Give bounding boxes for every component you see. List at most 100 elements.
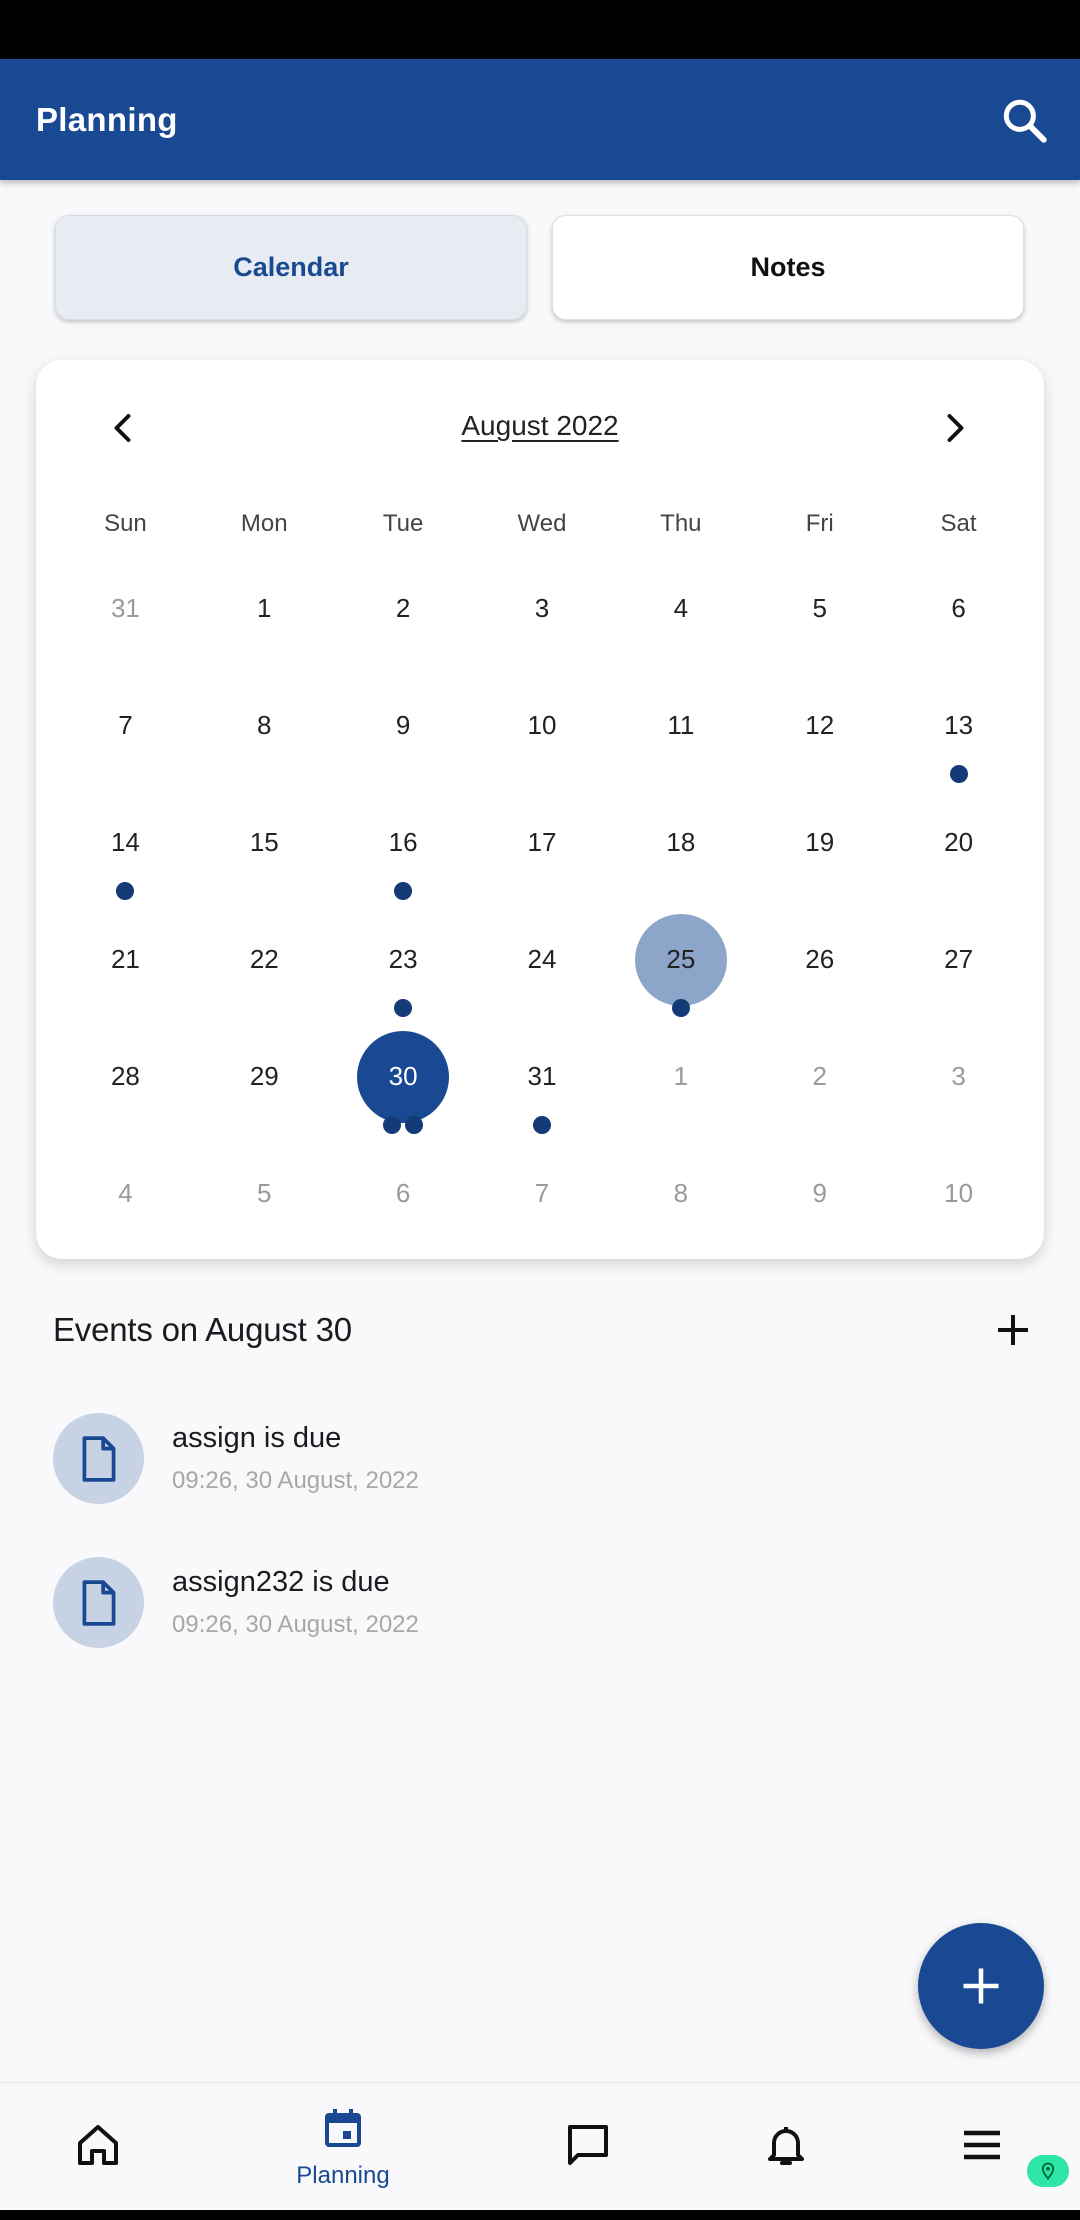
calendar-day[interactable]: 12 <box>750 667 889 784</box>
day-number: 3 <box>534 593 550 623</box>
event-time: 09:26, 30 August, 2022 <box>172 1467 419 1494</box>
calendar-day[interactable]: 9 <box>334 667 473 784</box>
calendar-day[interactable]: 31 <box>56 550 195 667</box>
event-dots <box>334 999 473 1017</box>
calendar-day[interactable]: 3 <box>473 550 612 667</box>
calendar-day[interactable]: 13 <box>889 667 1028 784</box>
calendar-day[interactable]: 3 <box>889 1018 1028 1135</box>
calendar-day-today[interactable]: 25 <box>611 901 750 1018</box>
file-icon <box>53 1413 144 1504</box>
add-event-button[interactable] <box>988 1305 1038 1355</box>
calendar-day[interactable]: 5 <box>195 1135 334 1252</box>
location-pin-icon <box>1027 2155 1069 2187</box>
calendar-day[interactable]: 26 <box>750 901 889 1018</box>
calendar-day[interactable]: 1 <box>195 550 334 667</box>
calendar-day[interactable]: 24 <box>473 901 612 1018</box>
tab-notes[interactable]: Notes <box>552 215 1024 320</box>
calendar-day[interactable]: 4 <box>611 550 750 667</box>
event-dots <box>611 999 750 1017</box>
calendar-day[interactable]: 10 <box>473 667 612 784</box>
calendar-day[interactable]: 16 <box>334 784 473 901</box>
nav-menu[interactable] <box>884 2083 1080 2211</box>
calendar-day[interactable]: 27 <box>889 901 1028 1018</box>
events-title: Events on August 30 <box>53 1311 352 1348</box>
calendar-day[interactable]: 4 <box>56 1135 195 1252</box>
event-name: assign is due <box>172 1422 342 1454</box>
calendar-day[interactable]: 15 <box>195 784 334 901</box>
calendar-day[interactable]: 28 <box>56 1018 195 1135</box>
day-number: 2 <box>812 1061 827 1091</box>
search-icon[interactable] <box>994 90 1054 150</box>
event-dot <box>394 882 413 900</box>
weekday-label: Tue <box>382 510 424 537</box>
event-dots <box>56 882 195 900</box>
day-number: 8 <box>673 1178 689 1208</box>
day-number: 28 <box>110 1061 140 1091</box>
status-bar <box>0 0 1080 59</box>
weekday-header: Sun Mon Tue Wed Thu Fri Sat <box>56 510 1028 538</box>
day-number: 4 <box>673 593 689 623</box>
calendar-day[interactable]: 20 <box>889 784 1028 901</box>
event-dots <box>334 882 473 900</box>
calendar-day[interactable]: 6 <box>889 550 1028 667</box>
event-name: assign232 is due <box>172 1566 390 1598</box>
weekday-label: Mon <box>240 510 288 537</box>
tab-calendar[interactable]: Calendar <box>55 215 527 320</box>
chevron-right-icon[interactable] <box>924 398 984 458</box>
add-fab-button[interactable] <box>918 1923 1044 2049</box>
day-number: 3 <box>951 1061 966 1091</box>
calendar-day[interactable]: 8 <box>195 667 334 784</box>
day-number: 31 <box>527 1061 557 1091</box>
calendar-day[interactable]: 19 <box>750 784 889 901</box>
calendar-day[interactable]: 2 <box>334 550 473 667</box>
nav-planning-label: Planning <box>296 2161 390 2189</box>
event-dot <box>383 1116 402 1134</box>
day-number: 14 <box>110 827 140 857</box>
calendar-day-selected[interactable]: 30 <box>334 1018 473 1135</box>
day-number: 9 <box>395 710 411 740</box>
event-dots <box>473 1116 612 1134</box>
calendar-day[interactable]: 17 <box>473 784 612 901</box>
home-icon <box>74 2121 122 2174</box>
day-number: 30 <box>388 1061 418 1091</box>
event-dot <box>949 765 968 783</box>
month-label[interactable]: August 2022 <box>36 410 1044 442</box>
events-header: Events on August 30 <box>53 1305 1028 1355</box>
app-bar: Planning <box>0 59 1080 180</box>
calendar-day[interactable]: 22 <box>195 901 334 1018</box>
event-item[interactable]: assign is due 09:26, 30 August, 2022 <box>53 1411 1028 1506</box>
calendar-day[interactable]: 31 <box>473 1018 612 1135</box>
nav-planning[interactable]: Planning <box>245 2083 441 2211</box>
calendar-day[interactable]: 5 <box>750 550 889 667</box>
calendar-day[interactable]: 23 <box>334 901 473 1018</box>
day-number: 10 <box>944 1178 974 1208</box>
calendar-day[interactable]: 29 <box>195 1018 334 1135</box>
event-item[interactable]: assign232 is due 09:26, 30 August, 2022 <box>53 1555 1028 1650</box>
calendar-day[interactable]: 6 <box>334 1135 473 1252</box>
calendar-day[interactable]: 9 <box>750 1135 889 1252</box>
calendar-day[interactable]: 1 <box>611 1018 750 1135</box>
calendar-day[interactable]: 2 <box>750 1018 889 1135</box>
calendar-icon <box>319 2105 367 2158</box>
nav-messages[interactable] <box>490 2083 686 2211</box>
calendar-day[interactable]: 11 <box>611 667 750 784</box>
nav-notifications[interactable] <box>688 2083 884 2211</box>
nav-home[interactable] <box>0 2083 196 2211</box>
calendar-day[interactable]: 7 <box>56 667 195 784</box>
day-number: 26 <box>805 944 835 974</box>
weekday-label: Sun <box>104 510 147 537</box>
event-time: 09:26, 30 August, 2022 <box>172 1611 419 1638</box>
calendar-day[interactable]: 7 <box>473 1135 612 1252</box>
bottom-nav: Planning <box>0 2082 1080 2210</box>
calendar-day[interactable]: 18 <box>611 784 750 901</box>
day-number: 9 <box>812 1178 827 1208</box>
calendar-day[interactable]: 10 <box>889 1135 1028 1252</box>
calendar-grid: 31 1 2 3 4 5 6 7 8 9 10 11 12 13 14 15 16 17 18 19 20 21 22 23 2… <box>56 550 1028 1252</box>
calendar-day[interactable]: 21 <box>56 901 195 1018</box>
calendar-day[interactable]: 14 <box>56 784 195 901</box>
event-dot <box>532 1116 551 1134</box>
calendar-day[interactable]: 8 <box>611 1135 750 1252</box>
day-number: 6 <box>951 593 966 623</box>
day-number: 5 <box>257 1178 272 1208</box>
day-number: 23 <box>388 944 418 974</box>
